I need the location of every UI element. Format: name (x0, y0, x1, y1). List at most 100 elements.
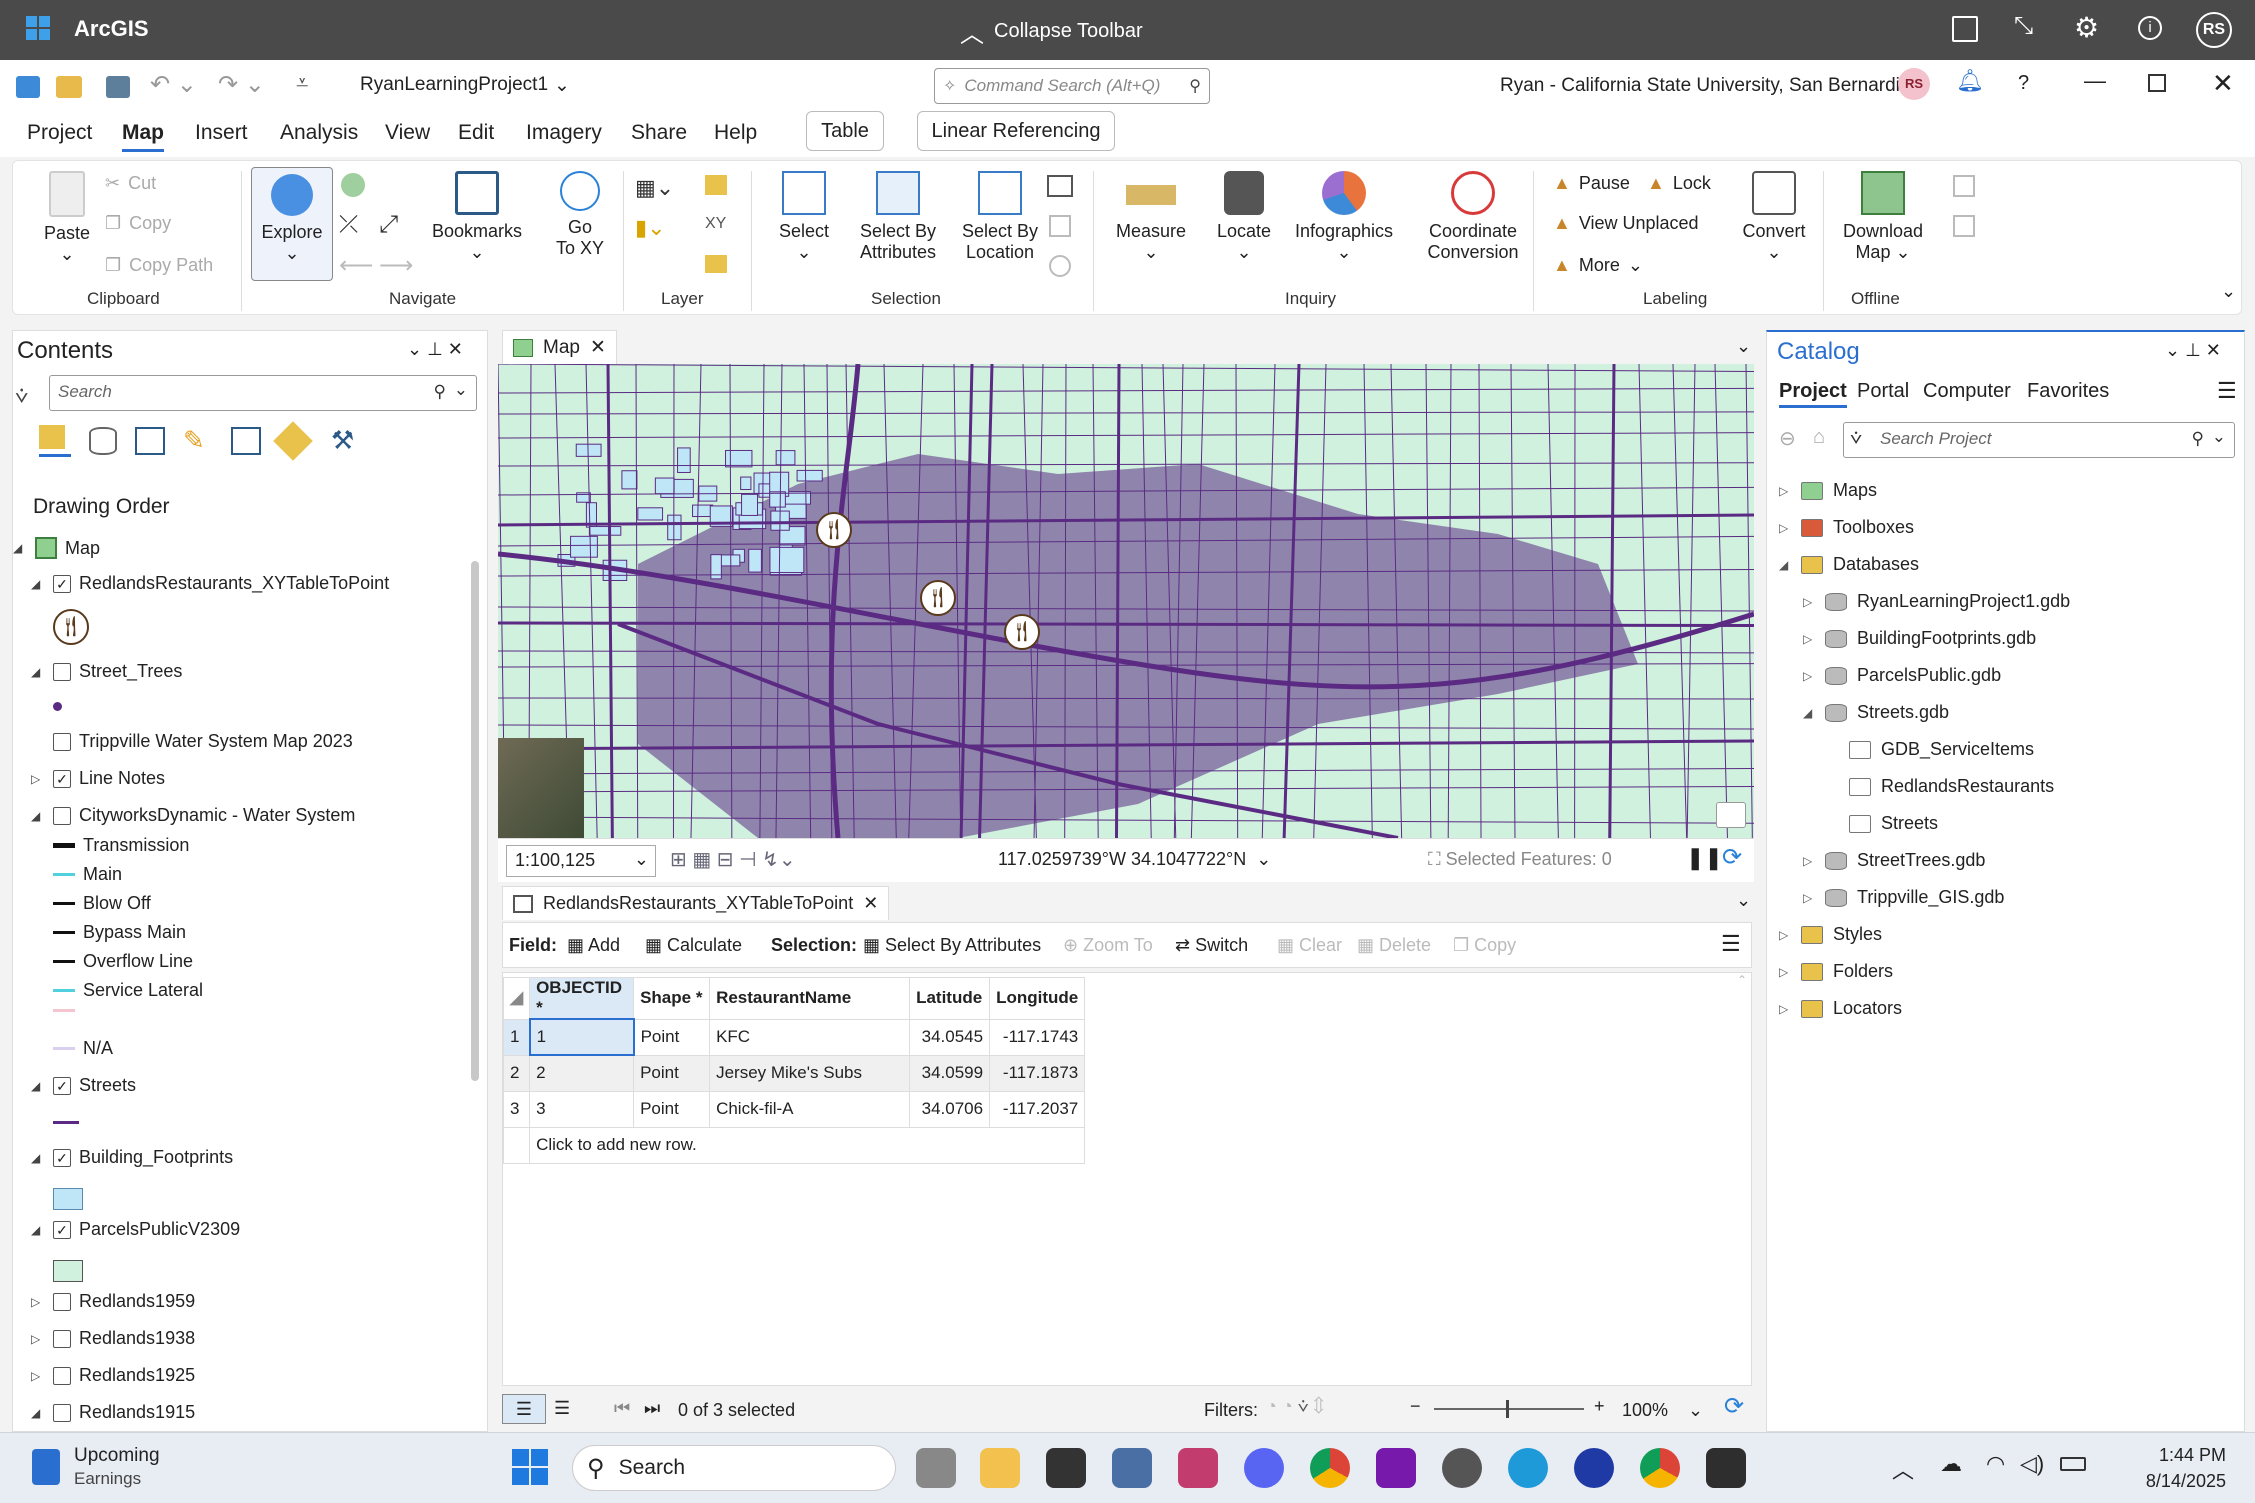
edge-icon[interactable] (1508, 1448, 1548, 1488)
expand-triangle-icon[interactable]: ▷ (1803, 595, 1815, 609)
zoom-percent-dropdown[interactable]: 100% ⌄ (1622, 1400, 1703, 1421)
clear-selection-icon[interactable] (1049, 215, 1071, 237)
fixed-zoom-out-icon[interactable]: ⤢ (379, 211, 398, 239)
back-arrow-icon[interactable]: ⟵ (339, 251, 373, 280)
catalog-tree-item[interactable]: ▷ ParcelsPublic.gdb (1803, 665, 2001, 686)
start-button[interactable] (512, 1449, 548, 1485)
cell-objectid[interactable]: 2 (529, 1054, 635, 1092)
lock-labeling-button[interactable]: ▲ Lock (1647, 173, 1711, 194)
cell-latitude[interactable]: 34.0545 (909, 1018, 991, 1056)
home-icon[interactable]: ⌂ (1813, 426, 1825, 449)
cell-objectid[interactable]: 1 (528, 1018, 635, 1056)
layer-checkbox[interactable] (53, 806, 71, 825)
tab-view[interactable]: View (385, 121, 430, 145)
onenote-icon[interactable] (1376, 1448, 1416, 1488)
col-latitude[interactable]: Latitude (909, 977, 991, 1020)
widget-subtitle[interactable]: Earnings (74, 1469, 141, 1489)
calculator-icon[interactable] (1112, 1448, 1152, 1488)
full-extent-icon[interactable] (341, 173, 365, 197)
widgets-icon[interactable] (32, 1449, 60, 1485)
undo-icon[interactable]: ↶ ⌄ (150, 70, 197, 99)
expand-triangle-icon[interactable]: ◢ (31, 1151, 45, 1165)
expand-triangle-icon[interactable]: ▷ (1779, 1002, 1791, 1016)
cell-latitude[interactable]: 34.0599 (909, 1054, 991, 1092)
catalog-tab-computer[interactable]: Computer (1923, 380, 2011, 403)
map-tab[interactable]: Map ✕ (502, 330, 617, 364)
select-by-attributes-button[interactable]: Select By Attributes (851, 171, 945, 263)
expand-triangle-icon[interactable]: ▷ (1803, 891, 1815, 905)
expand-triangle-icon[interactable]: ▷ (31, 1332, 45, 1346)
expand-triangle-icon[interactable]: ▷ (31, 772, 45, 786)
expand-triangle-icon[interactable]: ◢ (31, 809, 45, 823)
table-view-options-icon[interactable]: ⌄ (1736, 890, 1751, 911)
layer-checkbox[interactable] (53, 1403, 71, 1422)
list-by-source-icon[interactable] (89, 427, 117, 455)
selected-features[interactable]: ⛶ Selected Features: 0 (1428, 849, 1612, 870)
arcgis-pro-taskbar-icon[interactable] (1706, 1448, 1746, 1488)
expand-triangle-icon[interactable]: ◢ (31, 577, 45, 591)
cell-longitude[interactable]: -117.1743 (989, 1018, 1086, 1056)
map-notes-icon[interactable] (1716, 802, 1746, 828)
fixed-zoom-in-icon[interactable]: ⤫ (339, 211, 358, 239)
col-longitude[interactable]: Longitude (989, 977, 1086, 1020)
layer-checkbox[interactable] (53, 1329, 71, 1348)
show-all-records-button[interactable]: ☰ (502, 1394, 546, 1424)
copy-button[interactable]: ❐ Copy (105, 213, 171, 234)
tab-insert[interactable]: Insert (195, 121, 248, 145)
layer-checkbox[interactable]: ✓ (53, 1148, 71, 1167)
catalog-tab-favorites[interactable]: Favorites (2027, 380, 2109, 403)
redo-icon[interactable]: ↷ ⌄ (218, 70, 265, 99)
new-project-icon[interactable] (16, 76, 40, 98)
zoom-to-selection-icon[interactable] (1049, 255, 1071, 277)
layer-checkbox[interactable]: ✓ (53, 769, 71, 788)
tab-imagery[interactable]: Imagery (526, 121, 602, 145)
download-map-button[interactable]: Download Map ⌄ (1835, 171, 1931, 263)
clock-date[interactable]: 8/14/2025 (2106, 1471, 2226, 1492)
zoom-to-button[interactable]: ⊕ Zoom To (1063, 935, 1153, 956)
contents-scrollbar[interactable] (469, 531, 481, 1431)
user-avatar-small[interactable]: RS (1898, 68, 1930, 100)
go-to-xy-button[interactable]: Go To XY (545, 171, 615, 259)
close-button[interactable]: ✕ (2212, 68, 2234, 99)
user-avatar[interactable]: RS (2196, 12, 2232, 48)
xy-data-icon[interactable]: XY (705, 215, 726, 233)
expand-triangle-icon[interactable]: ◢ (31, 665, 45, 679)
collapse-triangle-icon[interactable]: ◢ (1779, 558, 1791, 572)
forward-arrow-icon[interactable]: ⟶ (379, 251, 413, 280)
catalog-tab-portal[interactable]: Portal (1857, 380, 1909, 403)
explore-button[interactable]: Explore ⌄ (251, 167, 333, 281)
command-search-box[interactable]: ✧ Command Search (Alt+Q) ⚲ (934, 68, 1210, 104)
refresh-icon[interactable]: ⟳ (1722, 843, 1742, 872)
layer-checkbox[interactable]: ✓ (53, 574, 71, 593)
expand-triangle-icon[interactable]: ◢ (31, 1079, 45, 1093)
restaurant-marker-jerseymikes[interactable]: 🍴︎ (920, 580, 956, 616)
expand-triangle-icon[interactable]: ▷ (1803, 669, 1815, 683)
col-objectid[interactable]: OBJECTID * (529, 977, 635, 1020)
clock-app-icon[interactable] (1442, 1448, 1482, 1488)
expand-triangle-icon[interactable]: ▷ (1803, 632, 1815, 646)
wifi-icon[interactable]: ◠ (1986, 1451, 2005, 1477)
webex-icon[interactable] (1574, 1448, 1614, 1488)
widget-title[interactable]: Upcoming (74, 1445, 160, 1467)
last-record-icon[interactable]: ⏭ (644, 1398, 660, 1419)
row-selector-header[interactable]: ◢ (502, 977, 531, 1020)
tab-map[interactable]: Map (122, 121, 164, 152)
close-icon[interactable]: ✕ (590, 336, 606, 359)
catalog-tree-item[interactable]: ◢ Streets.gdb (1803, 702, 1949, 723)
row-number[interactable]: 3 (502, 1090, 531, 1128)
map-canvas[interactable]: 🍴︎ 🍴︎ 🍴︎ (498, 364, 1754, 838)
show-selected-records-button[interactable]: ☰ (554, 1398, 570, 1419)
layer-checkbox[interactable] (53, 1292, 71, 1311)
catalog-tree-item[interactable]: ▷ Folders (1779, 961, 1893, 982)
coordinates-readout[interactable]: 117.0259739°W 34.1047722°N ⌄ (998, 849, 1271, 870)
cell-longitude[interactable]: -117.1873 (989, 1054, 1086, 1092)
tab-project[interactable]: Project (27, 121, 92, 145)
catalog-tab-project[interactable]: Project (1779, 380, 1847, 408)
layer-redlands1925[interactable]: ▷ Redlands1925 (31, 1365, 195, 1386)
table-tab[interactable]: RedlandsRestaurants_XYTableToPoint ✕ (502, 886, 890, 920)
cell-latitude[interactable]: 34.0706 (909, 1090, 991, 1128)
map-status-tools-icon[interactable]: ⊞ ▦ ⊟ ⊣ ↯⌄ (670, 847, 796, 872)
restaurant-marker-kfc[interactable]: 🍴︎ (1004, 614, 1040, 650)
layer-streets[interactable]: ◢ ✓ Streets (31, 1075, 136, 1096)
layer-line-notes[interactable]: ▷ ✓ Line Notes (31, 768, 165, 789)
